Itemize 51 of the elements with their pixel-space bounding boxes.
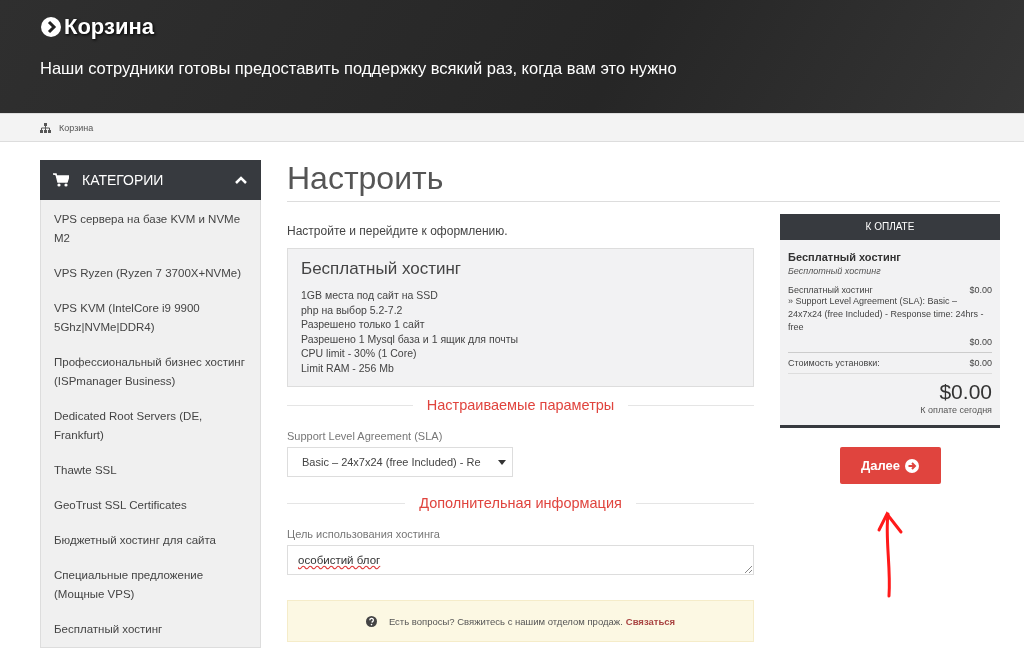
detail-price: $0.00	[969, 337, 992, 347]
cart-icon	[53, 173, 69, 187]
page-subtitle: Наши сотрудники готовы предоставить поддержку всякий раз, когда вам это нужно	[40, 59, 678, 78]
sitemap-icon	[40, 122, 51, 133]
category-link[interactable]: VPS сервера на базе KVM и NVMe M2	[41, 202, 260, 256]
product-feature: Разрешено только 1 сайт	[301, 317, 426, 332]
category-link[interactable]: VPS KVM (IntelCore i9 9900 5Ghz|NVMe|DDR4)	[41, 291, 260, 345]
line-item-label: Бесплатный хостинг	[788, 285, 873, 295]
category-link[interactable]: Thawte SSL	[41, 453, 260, 488]
intro-text: Настройте и перейдите к оформлению.	[287, 224, 509, 238]
product-group: Бесплотный хостинг	[788, 266, 992, 276]
contact-link[interactable]: Связаться	[625, 615, 676, 627]
dropdown[interactable]: Basic – 24x7x24 (free Included) - Re	[287, 447, 513, 477]
next-button[interactable]: Далее	[839, 447, 941, 484]
product-feature: Разрешено 1 Mysql база и 1 ящик для почты	[301, 331, 520, 346]
product-feature: php на выбор 5.2-7.2	[301, 302, 404, 317]
product-feature: 1GB места под сайт на SSD	[301, 288, 439, 303]
category-link[interactable]: Dedicated Root Servers (DE, Frankfurt)	[41, 399, 260, 453]
total-amount: $0.00	[938, 380, 992, 404]
category-link[interactable]: Бюджетный хостинг для сайта	[41, 523, 260, 558]
field-label: Цель использования хостинга	[287, 528, 441, 540]
field-label: Support Level Agreement (SLA)	[287, 430, 444, 442]
section-title: Настроить	[287, 160, 1000, 202]
total-label: К оплате сегодня	[919, 405, 992, 415]
chevron-circle-icon	[40, 16, 62, 38]
category-link[interactable]: Профессиональный бизнес хостинг (ISPmanager Business)	[41, 345, 260, 399]
notice-text: Есть вопросы? Свяжитесь с нашим отделом продаж.	[388, 615, 623, 627]
product-name: Бесплатный хостинг	[301, 259, 463, 279]
page-title: Корзина	[64, 14, 154, 40]
product-name: Бесплатный хостинг	[788, 251, 902, 263]
dropdown-arrow-icon	[498, 459, 506, 465]
question-circle-icon	[365, 615, 377, 627]
setup-fee-label: Стоимость установки:	[788, 358, 880, 368]
resize-handle-icon	[745, 566, 752, 573]
section-heading: Настраиваемые параметры	[425, 397, 616, 413]
section-heading: Дополнительная информация	[418, 495, 623, 511]
categories-title: КАТЕГОРИИ	[82, 172, 165, 188]
category-link[interactable]: Бесплатный хостинг	[41, 612, 260, 647]
categories-header[interactable]: КАТЕГОРИИ	[40, 160, 261, 200]
setup-fee-price: $0.00	[969, 358, 992, 368]
category-link[interactable]: GeoTrust SSL Certificates	[41, 488, 260, 523]
arrow-circle-icon	[905, 458, 919, 473]
text-area[interactable]: особистий блог	[287, 545, 754, 575]
category-link[interactable]: VPS Ryzen (Ryzen 7 3700X+NVMe)	[41, 256, 260, 291]
summary-header: К ОПЛАТЕ	[780, 214, 1000, 240]
product-feature: CPU limit - 30% (1 Core)	[301, 346, 418, 361]
breadcrumb-link[interactable]: Корзина	[59, 122, 94, 133]
line-item-detail: » Support Level Agreement (SLA): Basic – 24x7x24 (free Included) - Response time: 24hrs - free	[788, 295, 985, 334]
product-feature: Limit RAM - 256 Mb	[301, 360, 395, 375]
category-link[interactable]: Специальные предложение (Мощные VPS)	[41, 558, 260, 612]
line-item-price: $0.00	[969, 285, 992, 295]
